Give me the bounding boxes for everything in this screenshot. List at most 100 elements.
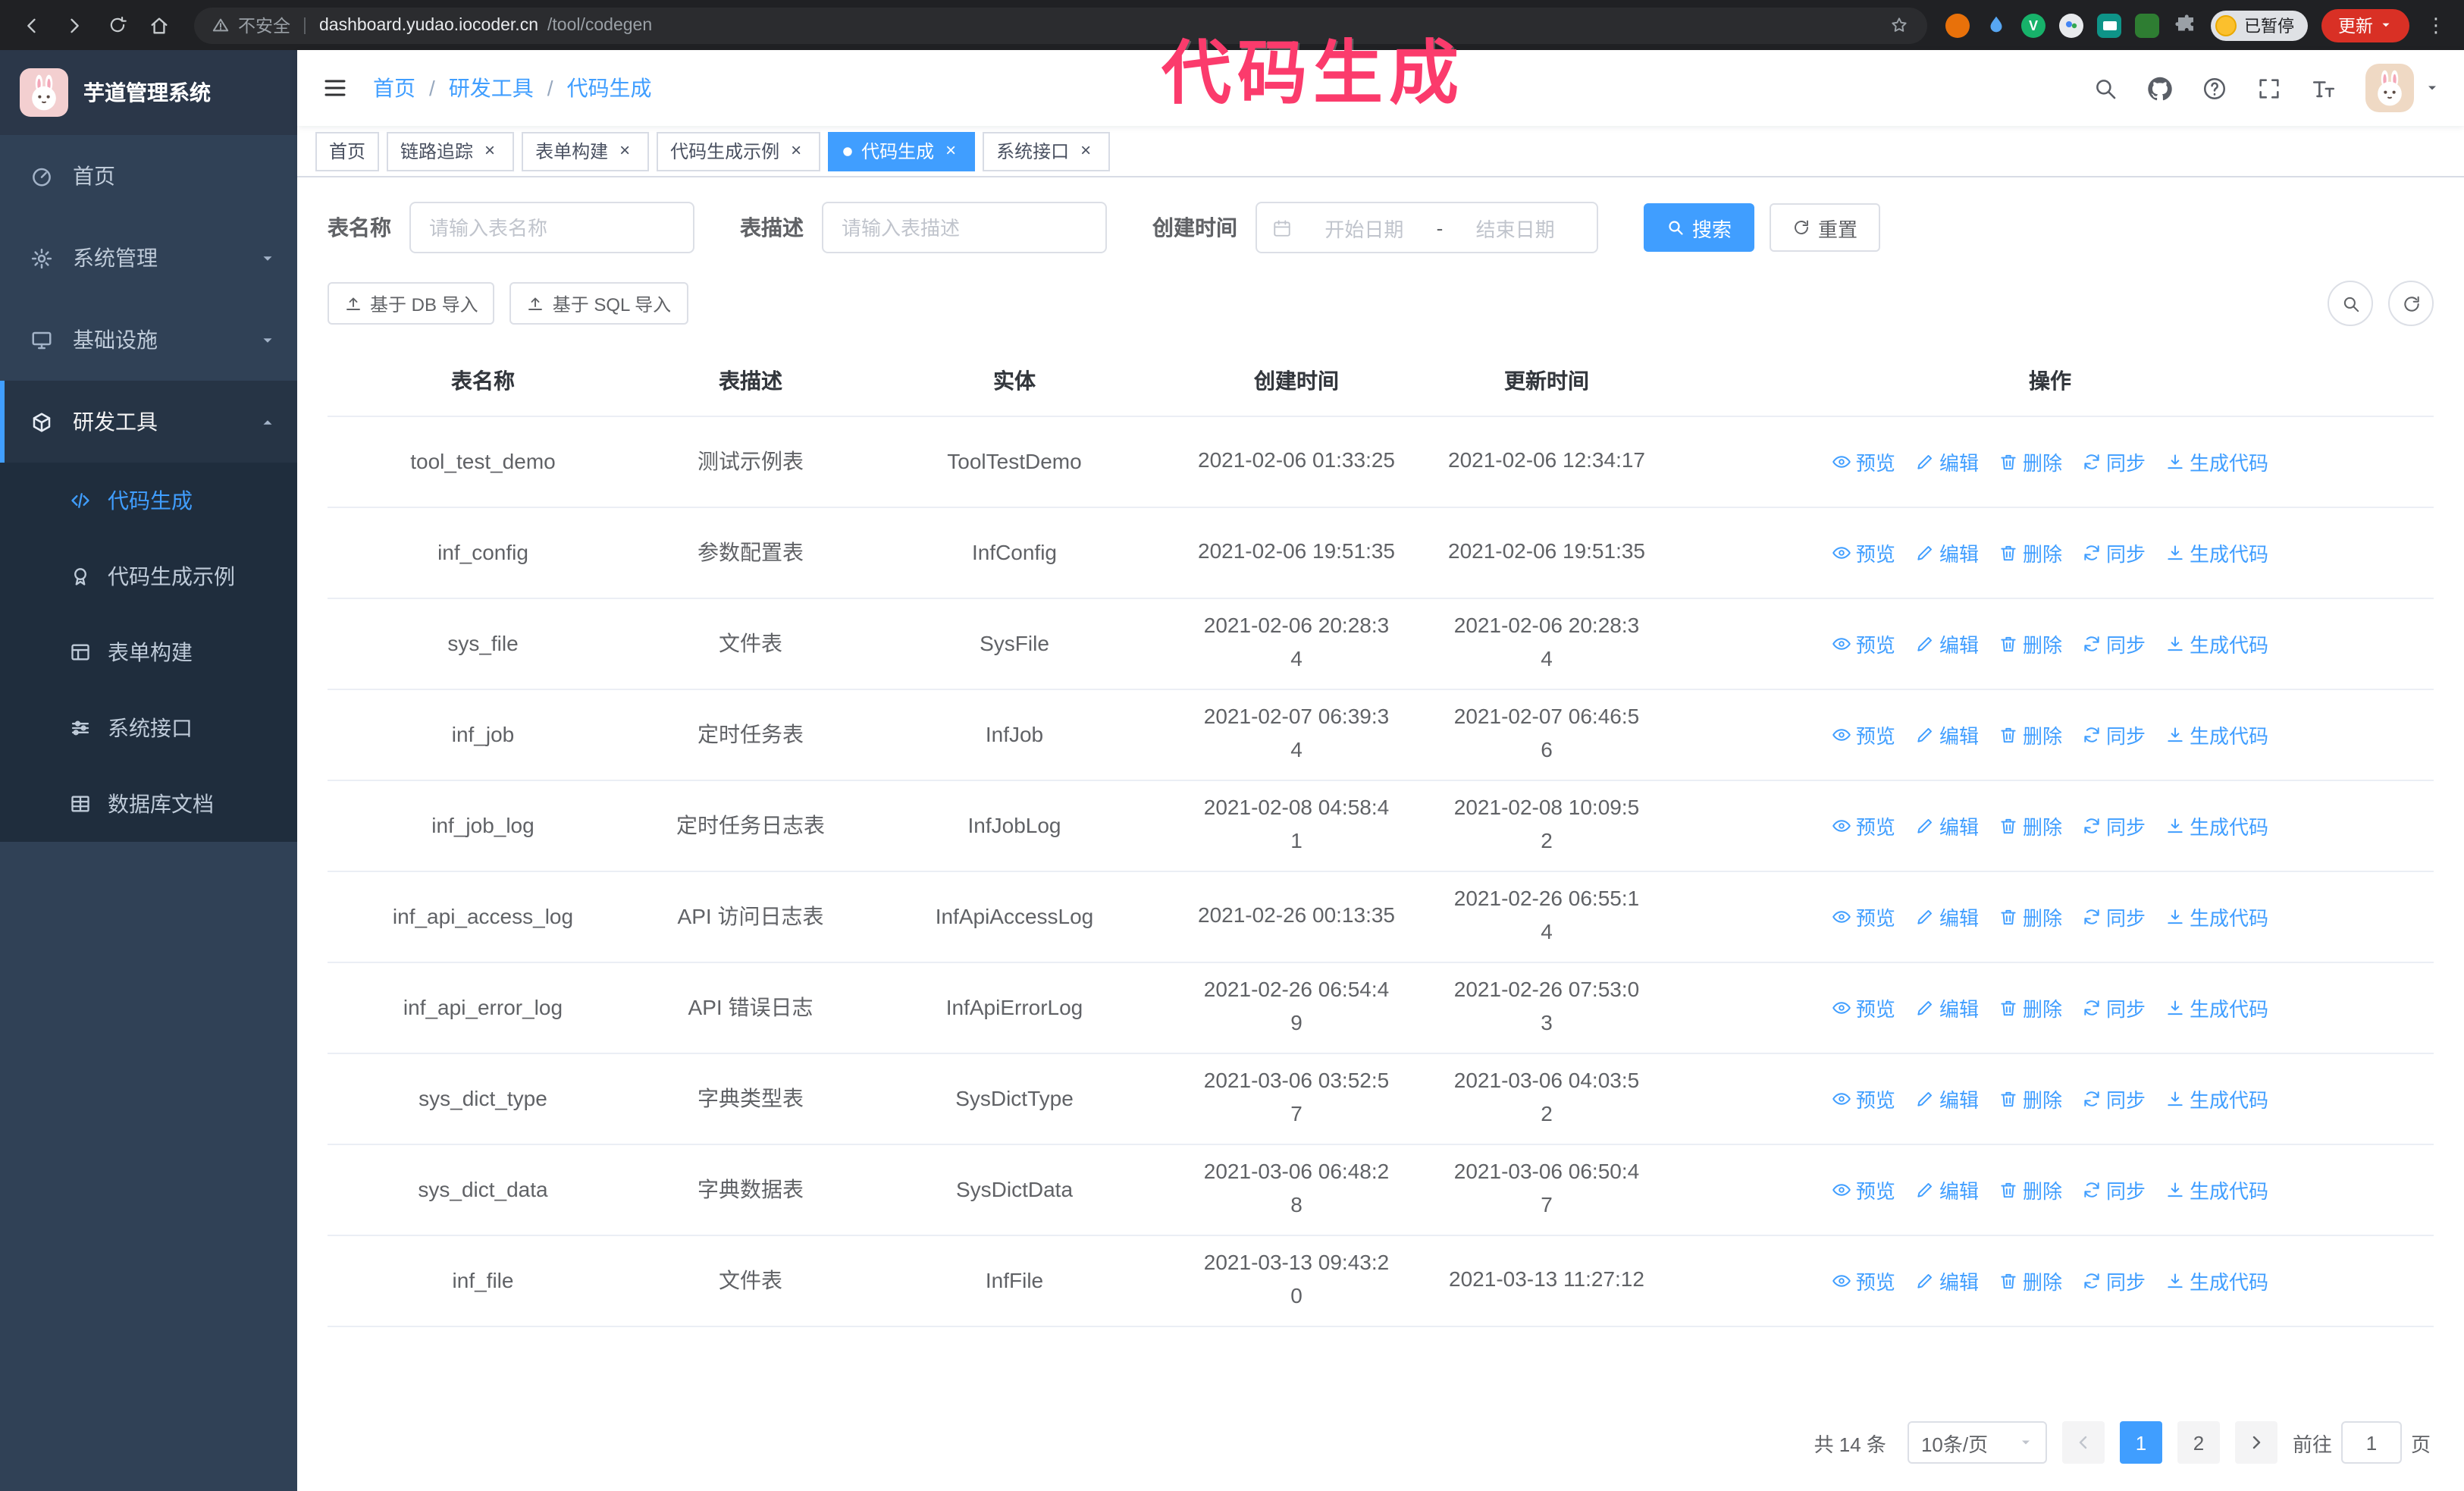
github-icon[interactable] xyxy=(2147,75,2173,101)
row-action-generate[interactable]: 生成代码 xyxy=(2165,1266,2268,1295)
security-label[interactable]: 不安全 xyxy=(238,13,290,37)
row-action-edit[interactable]: 编辑 xyxy=(1915,1175,1979,1204)
row-action-preview[interactable]: 预览 xyxy=(1832,629,1895,658)
toggle-search-button[interactable] xyxy=(2328,281,2373,326)
row-action-sync[interactable]: 同步 xyxy=(2082,902,2146,931)
tag-home[interactable]: 首页 xyxy=(315,131,380,171)
row-action-edit[interactable]: 编辑 xyxy=(1915,1084,1979,1113)
row-action-edit[interactable]: 编辑 xyxy=(1915,902,1979,931)
reload-icon[interactable] xyxy=(100,8,133,42)
page-button-1[interactable]: 1 xyxy=(2119,1421,2162,1464)
help-icon[interactable] xyxy=(2202,75,2227,101)
row-action-delete[interactable]: 删除 xyxy=(1998,811,2062,840)
tag-codegen-example[interactable]: 代码生成示例 × xyxy=(657,131,821,171)
row-action-sync[interactable]: 同步 xyxy=(2082,811,2146,840)
row-action-edit[interactable]: 编辑 xyxy=(1915,811,1979,840)
row-action-preview[interactable]: 预览 xyxy=(1832,811,1895,840)
sidebar-subitem-codegen-example[interactable]: 代码生成示例 xyxy=(0,538,297,614)
extension-icon-people[interactable] xyxy=(2059,13,2083,37)
row-action-preview[interactable]: 预览 xyxy=(1832,1175,1895,1204)
chrome-menu-icon[interactable]: ⋮ xyxy=(2423,13,2449,37)
address-bar[interactable]: 不安全 | dashboard.yudao.iocoder.cn/tool/co… xyxy=(194,7,1927,43)
hamburger-icon[interactable] xyxy=(297,74,373,102)
row-action-sync[interactable]: 同步 xyxy=(2082,1266,2146,1295)
table-name-input[interactable] xyxy=(409,202,694,253)
sidebar-item-infra[interactable]: 基础设施 xyxy=(0,299,297,381)
extension-icon-green-v[interactable]: V xyxy=(2021,13,2045,37)
sidebar-logo[interactable]: 芋道管理系统 xyxy=(0,50,297,135)
goto-page-input[interactable] xyxy=(2340,1421,2402,1464)
row-action-generate[interactable]: 生成代码 xyxy=(2165,1084,2268,1113)
back-icon[interactable] xyxy=(15,8,49,42)
date-range-picker[interactable]: 开始日期 - 结束日期 xyxy=(1256,202,1598,253)
page-size-select[interactable]: 10条/页 xyxy=(1907,1421,2047,1464)
extension-icon-orange[interactable] xyxy=(1945,13,1970,37)
row-action-preview[interactable]: 预览 xyxy=(1832,1266,1895,1295)
fullscreen-icon[interactable] xyxy=(2256,75,2282,101)
tag-tracing[interactable]: 链路追踪 × xyxy=(387,131,515,171)
row-action-generate[interactable]: 生成代码 xyxy=(2165,811,2268,840)
row-action-generate[interactable]: 生成代码 xyxy=(2165,1175,2268,1204)
row-action-generate[interactable]: 生成代码 xyxy=(2165,538,2268,567)
row-action-edit[interactable]: 编辑 xyxy=(1915,629,1979,658)
table-desc-input[interactable] xyxy=(822,202,1107,253)
tag-form-builder[interactable]: 表单构建 × xyxy=(522,131,650,171)
sidebar-subitem-api[interactable]: 系统接口 xyxy=(0,690,297,766)
extension-icon-drop[interactable] xyxy=(1983,13,2008,37)
sidebar-subitem-db-doc[interactable]: 数据库文档 xyxy=(0,766,297,842)
import-db-button[interactable]: 基于 DB 导入 xyxy=(328,282,495,325)
extensions-puzzle-icon[interactable] xyxy=(2173,13,2197,37)
row-action-delete[interactable]: 删除 xyxy=(1998,720,2062,749)
sidebar-item-system[interactable]: 系统管理 xyxy=(0,217,297,299)
row-action-preview[interactable]: 预览 xyxy=(1832,720,1895,749)
prev-page-button[interactable] xyxy=(2061,1421,2105,1464)
row-action-preview[interactable]: 预览 xyxy=(1832,993,1895,1022)
reset-button[interactable]: 重置 xyxy=(1770,203,1881,252)
row-action-edit[interactable]: 编辑 xyxy=(1915,720,1979,749)
row-action-sync[interactable]: 同步 xyxy=(2082,1175,2146,1204)
row-action-sync[interactable]: 同步 xyxy=(2082,447,2146,476)
page-button-2[interactable]: 2 xyxy=(2177,1421,2220,1464)
row-action-edit[interactable]: 编辑 xyxy=(1915,1266,1979,1295)
row-action-delete[interactable]: 删除 xyxy=(1998,1084,2062,1113)
breadcrumb-home[interactable]: 首页 xyxy=(373,73,415,103)
sidebar-subitem-codegen[interactable]: 代码生成 xyxy=(0,463,297,538)
row-action-edit[interactable]: 编辑 xyxy=(1915,538,1979,567)
close-icon[interactable]: × xyxy=(940,140,961,162)
chrome-update-button[interactable]: 更新 xyxy=(2321,8,2409,42)
row-action-preview[interactable]: 预览 xyxy=(1832,447,1895,476)
search-icon[interactable] xyxy=(2093,75,2118,101)
close-icon[interactable]: × xyxy=(614,140,635,162)
row-action-delete[interactable]: 删除 xyxy=(1998,447,2062,476)
extension-icon-dark-green[interactable] xyxy=(2135,13,2159,37)
row-action-delete[interactable]: 删除 xyxy=(1998,1175,2062,1204)
row-action-preview[interactable]: 预览 xyxy=(1832,538,1895,567)
paused-badge[interactable]: 已暂停 xyxy=(2211,10,2308,40)
row-action-delete[interactable]: 删除 xyxy=(1998,1266,2062,1295)
row-action-preview[interactable]: 预览 xyxy=(1832,902,1895,931)
sidebar-subitem-form-builder[interactable]: 表单构建 xyxy=(0,614,297,690)
row-action-generate[interactable]: 生成代码 xyxy=(2165,993,2268,1022)
font-size-icon[interactable] xyxy=(2311,75,2337,101)
row-action-delete[interactable]: 删除 xyxy=(1998,902,2062,931)
close-icon[interactable]: × xyxy=(1075,140,1096,162)
close-icon[interactable]: × xyxy=(479,140,500,162)
sidebar-item-home[interactable]: 首页 xyxy=(0,135,297,217)
forward-icon[interactable] xyxy=(58,8,91,42)
refresh-table-button[interactable] xyxy=(2388,281,2434,326)
row-action-sync[interactable]: 同步 xyxy=(2082,1084,2146,1113)
sidebar-item-devtools[interactable]: 研发工具 xyxy=(0,381,297,463)
row-action-delete[interactable]: 删除 xyxy=(1998,538,2062,567)
user-avatar[interactable] xyxy=(2365,64,2440,112)
row-action-sync[interactable]: 同步 xyxy=(2082,993,2146,1022)
row-action-sync[interactable]: 同步 xyxy=(2082,629,2146,658)
row-action-edit[interactable]: 编辑 xyxy=(1915,993,1979,1022)
row-action-sync[interactable]: 同步 xyxy=(2082,720,2146,749)
row-action-generate[interactable]: 生成代码 xyxy=(2165,629,2268,658)
breadcrumb-section[interactable]: 研发工具 xyxy=(449,73,534,103)
row-action-preview[interactable]: 预览 xyxy=(1832,1084,1895,1113)
tag-codegen[interactable]: 代码生成 × xyxy=(828,131,976,171)
row-action-edit[interactable]: 编辑 xyxy=(1915,447,1979,476)
next-page-button[interactable] xyxy=(2234,1421,2277,1464)
row-action-sync[interactable]: 同步 xyxy=(2082,538,2146,567)
